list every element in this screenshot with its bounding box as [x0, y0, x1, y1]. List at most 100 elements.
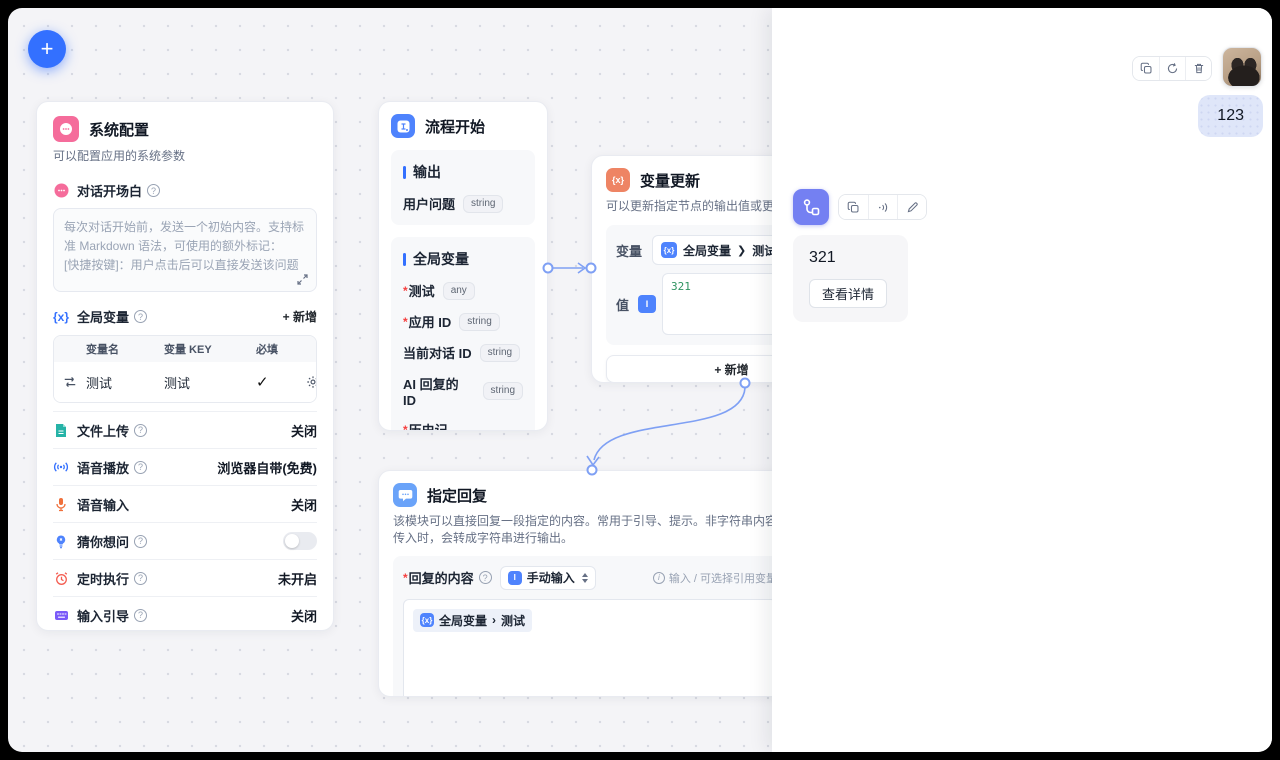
- node-specified-reply[interactable]: 指定回复 该模块可以直接回复一段指定的内容。常用于引导、提示。非字符串内容传入时…: [378, 470, 802, 697]
- plus-icon: +: [41, 36, 54, 62]
- lightbulb-icon: [53, 533, 69, 549]
- chat-preview-panel: 123: [772, 8, 1272, 752]
- setting-row-voice-input[interactable]: 语音输入 关闭: [53, 485, 317, 522]
- add-node-button[interactable]: +: [28, 30, 66, 68]
- column-header: 变量名: [86, 341, 164, 357]
- setting-value: 关闭: [291, 606, 317, 625]
- type-tag: string: [463, 195, 503, 213]
- help-icon[interactable]: [479, 571, 492, 584]
- globals-section: 全局变量 测试 any 应用 ID string 当前对话 ID string …: [391, 237, 535, 431]
- setting-row-input-guide[interactable]: 输入引导 关闭: [53, 596, 317, 631]
- help-icon[interactable]: [147, 184, 160, 197]
- copy-icon[interactable]: [839, 195, 868, 219]
- gear-icon[interactable]: [306, 375, 317, 389]
- type-tag: any: [443, 282, 475, 300]
- voice-play-icon: [53, 459, 69, 475]
- system-config-icon: [53, 116, 79, 142]
- variable-badge-icon: {x}: [661, 242, 677, 258]
- help-icon[interactable]: [134, 461, 147, 474]
- node-description: 该模块可以直接回复一段指定的内容。常用于引导、提示。非字符串内容传入时，会转成字…: [393, 513, 787, 548]
- node-title: 指定回复: [427, 485, 487, 506]
- output-section: 输出 用户问题 string: [391, 150, 535, 225]
- bot-message-bubble: 321 查看详情: [793, 235, 908, 322]
- node-title: 流程开始: [425, 116, 485, 137]
- alarm-clock-icon: [53, 570, 69, 586]
- edge-update-to-reply: [594, 388, 745, 460]
- app-window: +: [8, 8, 1272, 752]
- variable-badge-icon: {x}: [420, 613, 434, 627]
- global-variables-label: 全局变量: [77, 307, 129, 326]
- variable-name-cell: 测试: [86, 373, 164, 392]
- node-system-config[interactable]: 系统配置 可以配置应用的系统参数 对话开场白: [36, 101, 334, 631]
- edit-icon[interactable]: [897, 195, 926, 219]
- value-label: 值: [616, 295, 638, 314]
- specified-reply-icon: [393, 483, 417, 507]
- input-mode-selector[interactable]: I 手动输入: [500, 566, 596, 590]
- drag-handle-icon[interactable]: [54, 375, 86, 389]
- setting-row-schedule[interactable]: 定时执行 未开启: [53, 559, 317, 596]
- help-icon[interactable]: [134, 572, 147, 585]
- chevron-right-icon: ❯: [737, 244, 746, 257]
- view-details-button[interactable]: 查看详情: [809, 279, 887, 308]
- section-title: 全局变量: [413, 249, 469, 269]
- node-description: 可以配置应用的系统参数: [53, 148, 317, 165]
- global-variable-item: 应用 ID string: [403, 312, 523, 331]
- help-icon[interactable]: [134, 424, 147, 437]
- welcome-message-input[interactable]: [54, 209, 316, 291]
- global-variable-item: 测试 any: [403, 281, 523, 300]
- input-hint: 输入 / 可选择引用变量: [653, 570, 777, 586]
- type-tag: string: [459, 313, 499, 331]
- reply-content-input[interactable]: {x} 全局变量 › 测试: [403, 599, 777, 697]
- bot-avatar: [793, 189, 829, 225]
- help-icon[interactable]: [134, 535, 147, 548]
- output-item: 用户问题 string: [403, 194, 523, 213]
- variable-key-cell: 测试: [164, 373, 256, 392]
- manual-input-icon[interactable]: I: [638, 295, 656, 313]
- global-variable-item: AI 回复的 ID string: [403, 374, 523, 408]
- section-bar: [403, 253, 406, 266]
- guess-question-toggle[interactable]: [283, 532, 317, 550]
- variables-table: 变量名 变量 KEY 必填 测试 测试 ✓: [53, 335, 317, 403]
- manual-input-icon: I: [508, 571, 522, 585]
- global-variable-item: 历史记录 历史记录: [403, 420, 523, 431]
- user-avatar[interactable]: [1222, 47, 1262, 87]
- info-icon: [653, 572, 665, 584]
- setting-row-voice-play[interactable]: 语音播放 浏览器自带(免费): [53, 448, 317, 485]
- flow-start-icon: [391, 114, 415, 138]
- expand-icon[interactable]: [297, 274, 308, 285]
- setting-value: 未开启: [278, 569, 317, 588]
- reply-content-label: 回复的内容: [403, 568, 474, 587]
- trash-icon[interactable]: [1185, 57, 1211, 80]
- node-flow-start[interactable]: 流程开始 输出 用户问题 string 全局变量 测试 any 应用 ID: [378, 101, 548, 431]
- table-row[interactable]: 测试 测试 ✓: [54, 362, 316, 402]
- stepper-icon: [582, 573, 588, 583]
- message-toolbar: [1132, 56, 1212, 81]
- welcome-message-icon: [53, 183, 69, 199]
- column-header: 变量 KEY: [164, 341, 256, 357]
- type-tag: string: [483, 382, 523, 400]
- variable-update-icon: {x}: [606, 168, 630, 192]
- help-icon[interactable]: [134, 609, 147, 622]
- setting-value: 关闭: [291, 495, 317, 514]
- help-icon[interactable]: [134, 310, 147, 323]
- speaker-icon[interactable]: [868, 195, 897, 219]
- type-tag: 历史记录: [467, 430, 523, 431]
- type-tag: string: [480, 344, 520, 362]
- add-variable-button[interactable]: + 新增: [283, 308, 317, 325]
- setting-value: 浏览器自带(免费): [217, 458, 317, 477]
- setting-row-guess-question[interactable]: 猜你想问: [53, 522, 317, 559]
- variable-label: 变量: [616, 241, 652, 260]
- copy-icon[interactable]: [1133, 57, 1159, 80]
- microphone-icon: [53, 496, 69, 512]
- bot-message-toolbar: [838, 194, 927, 220]
- node-title: 变量更新: [640, 170, 700, 191]
- required-check: ✓: [256, 373, 306, 391]
- section-title: 输出: [413, 162, 441, 182]
- variable-chip[interactable]: {x} 全局变量 › 测试: [413, 609, 532, 632]
- column-header: 必填: [256, 341, 306, 357]
- setting-row-file-upload[interactable]: 文件上传 关闭: [53, 411, 317, 448]
- retry-icon[interactable]: [1159, 57, 1185, 80]
- keyboard-icon: [53, 607, 69, 623]
- section-bar: [403, 166, 406, 179]
- table-header-row: 变量名 变量 KEY 必填: [54, 336, 316, 362]
